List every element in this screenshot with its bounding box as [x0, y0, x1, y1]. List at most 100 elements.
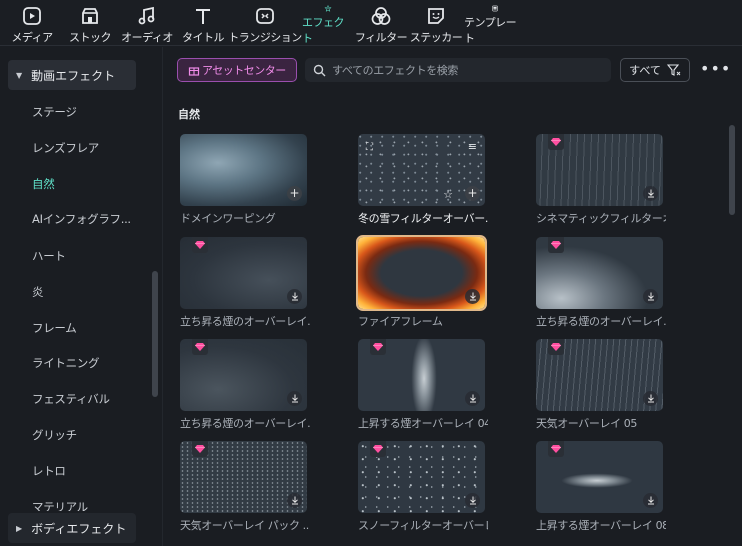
- download-icon[interactable]: [643, 186, 658, 201]
- effect-name: 天気オーバーレイ 05: [536, 417, 637, 430]
- sidebar-item-frame[interactable]: フレーム: [32, 320, 77, 336]
- menu-icon[interactable]: ≡: [468, 140, 477, 153]
- effect-thumbnail[interactable]: [180, 339, 307, 411]
- effect-name: シネマティックフィルターオ...: [536, 212, 666, 225]
- download-icon[interactable]: [465, 391, 480, 406]
- premium-badge: [192, 441, 208, 457]
- sidebar-item-retro[interactable]: レトロ: [32, 463, 66, 479]
- effect-thumbnail[interactable]: ⛶ ≡ ☆ +: [358, 134, 485, 206]
- effect-thumbnail[interactable]: [358, 339, 485, 411]
- grid-scrollbar[interactable]: [729, 125, 735, 215]
- effect-thumbnail[interactable]: +: [180, 134, 307, 206]
- search-input[interactable]: [332, 63, 602, 77]
- gem-icon: [195, 343, 205, 351]
- effect-card[interactable]: 上昇する煙オーバーレイ 08: [536, 441, 666, 533]
- effect-name: 天気オーバーレイ パック ...: [180, 519, 310, 532]
- category-label: 動画エフェクト: [31, 68, 116, 83]
- expand-right-icon: ▶: [16, 523, 23, 533]
- gem-icon: [551, 241, 561, 249]
- effect-card[interactable]: 立ち昇る煙のオーバーレイ...: [180, 237, 310, 329]
- add-icon[interactable]: +: [465, 186, 480, 201]
- effect-name: 上昇する煙オーバーレイ 04: [358, 417, 488, 430]
- tab-audio-label: オーディオ: [121, 31, 173, 44]
- template-icon: [492, 5, 498, 12]
- effect-card[interactable]: スノーフィルターオーバーレ...: [358, 441, 488, 533]
- download-icon[interactable]: [287, 289, 302, 304]
- add-icon[interactable]: +: [287, 186, 302, 201]
- tab-filter[interactable]: フィルター: [354, 0, 408, 46]
- effect-card[interactable]: 立ち昇る煙のオーバーレイ...: [536, 237, 666, 329]
- funnel-icon: [666, 63, 681, 76]
- sidebar-scrollbar[interactable]: [152, 271, 158, 397]
- effect-card[interactable]: シネマティックフィルターオ...: [536, 134, 666, 226]
- sidebar-item-material[interactable]: マテリアル: [32, 499, 88, 511]
- search-box[interactable]: [305, 58, 611, 82]
- fullscreen-icon[interactable]: ⛶: [366, 142, 373, 153]
- tab-media[interactable]: メディア: [0, 0, 64, 46]
- premium-badge: [370, 441, 386, 457]
- effect-name: 冬の雪フィルターオーバー...: [358, 212, 488, 225]
- sidebar-item-stage[interactable]: ステージ: [32, 104, 77, 120]
- download-icon[interactable]: [643, 493, 658, 508]
- premium-badge: [192, 237, 208, 253]
- download-icon[interactable]: [287, 391, 302, 406]
- effect-thumbnail[interactable]: [180, 441, 307, 513]
- effect-card[interactable]: 上昇する煙オーバーレイ 04: [358, 339, 488, 431]
- premium-badge: [370, 339, 386, 355]
- sidebar-item-lens-flare[interactable]: レンズフレア: [32, 140, 99, 156]
- sidebar-item-heart[interactable]: ハート: [32, 248, 66, 264]
- tab-effects[interactable]: エフェクト: [302, 0, 354, 46]
- filter-label: すべて: [629, 64, 661, 77]
- effect-name: スノーフィルターオーバーレ...: [358, 519, 488, 532]
- effect-thumbnail[interactable]: [536, 441, 663, 513]
- sidebar-item-nature[interactable]: 自然: [32, 176, 55, 192]
- search-icon: [313, 64, 326, 76]
- sidebar-item-ai-infographic[interactable]: AIインフォグラフ...: [32, 211, 131, 227]
- effect-card[interactable]: 立ち昇る煙のオーバーレイ...: [180, 339, 310, 431]
- tab-stock[interactable]: ストック: [64, 0, 116, 46]
- effect-thumbnail[interactable]: [536, 339, 663, 411]
- effect-thumbnail[interactable]: [536, 134, 663, 206]
- effect-card[interactable]: 天気オーバーレイ パック ...: [180, 441, 310, 533]
- tab-transition-label: トランジション: [228, 31, 302, 44]
- sidebar-item-festival[interactable]: フェスティバル: [32, 391, 110, 407]
- download-icon[interactable]: [287, 493, 302, 508]
- tab-template[interactable]: テンプレート: [464, 0, 526, 46]
- tab-sticker-label: ステッカー: [409, 31, 463, 44]
- gem-icon: [373, 343, 383, 351]
- effect-name: 上昇する煙オーバーレイ 08: [536, 519, 666, 532]
- tab-sticker[interactable]: ステッカー: [408, 0, 464, 46]
- effect-card[interactable]: + ドメインワーピング: [180, 134, 307, 226]
- category-body-effects[interactable]: ▶ ボディエフェクト: [8, 513, 136, 543]
- effect-name: ファイアフレーム: [358, 315, 443, 328]
- download-icon[interactable]: [465, 289, 480, 304]
- favorite-star-icon[interactable]: ☆: [443, 188, 453, 201]
- effect-thumbnail[interactable]: [356, 235, 487, 311]
- stock-icon: [82, 8, 98, 24]
- sidebar-item-fire[interactable]: 炎: [32, 284, 44, 300]
- tab-title[interactable]: タイトル: [178, 0, 228, 46]
- more-options-button[interactable]: •••: [700, 60, 730, 80]
- tab-transition[interactable]: トランジション: [228, 0, 302, 46]
- premium-badge: [548, 134, 564, 150]
- effect-card[interactable]: 天気オーバーレイ 05: [536, 339, 663, 431]
- category-video-effects[interactable]: ▼ 動画エフェクト: [8, 60, 136, 90]
- category-label-body: ボディエフェクト: [31, 521, 127, 536]
- effect-card[interactable]: ファイアフレーム: [356, 235, 487, 329]
- tab-audio[interactable]: オーディオ: [116, 0, 178, 46]
- download-icon[interactable]: [465, 493, 480, 508]
- gift-icon: [188, 67, 200, 76]
- effect-card[interactable]: ⛶ ≡ ☆ + 冬の雪フィルターオーバー...: [358, 134, 488, 226]
- filter-all-button[interactable]: すべて: [620, 58, 690, 82]
- asset-center-button[interactable]: アセットセンター: [177, 58, 297, 82]
- effect-thumbnail[interactable]: [180, 237, 307, 309]
- sidebar-item-glitch[interactable]: グリッチ: [32, 427, 77, 443]
- effect-thumbnail[interactable]: [536, 237, 663, 309]
- download-icon[interactable]: [643, 391, 658, 406]
- tab-template-label: テンプレート: [464, 16, 517, 45]
- download-icon[interactable]: [643, 289, 658, 304]
- sidebar-item-lightning[interactable]: ライトニング: [32, 355, 100, 371]
- effect-thumbnail[interactable]: [358, 441, 485, 513]
- title-icon: [196, 9, 210, 24]
- tab-stock-label: ストック: [69, 31, 112, 44]
